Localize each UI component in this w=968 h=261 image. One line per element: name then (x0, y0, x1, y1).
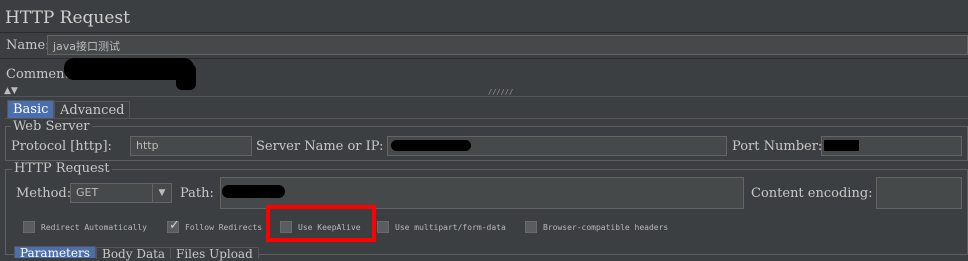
redaction-comments (64, 58, 194, 80)
checkmark-icon: ✓ (169, 218, 180, 233)
comments-field[interactable] (68, 60, 968, 86)
redaction-comments-tail (176, 64, 196, 90)
checkbox-box[interactable] (23, 221, 35, 233)
tab-parameters[interactable]: Parameters (14, 246, 96, 259)
tab-advanced[interactable]: Advanced (54, 101, 131, 119)
browser-compatible-checkbox[interactable]: Browser-compatible headers (525, 221, 668, 233)
name-label: Name: (6, 38, 50, 53)
http-request-title: HTTP Request (12, 161, 112, 176)
panel-title: HTTP Request (5, 8, 130, 28)
encoding-field[interactable] (876, 177, 962, 209)
encoding-label: Content encoding: (751, 186, 873, 201)
tab-body-data[interactable]: Body Data (96, 247, 172, 260)
protocol-label: Protocol [http]: (11, 139, 112, 154)
name-field[interactable]: java接口测试 (47, 35, 968, 55)
multipart-checkbox[interactable]: Use multipart/form-data (377, 221, 506, 233)
highlight-annotation (266, 205, 376, 242)
checkbox-box[interactable] (377, 221, 389, 233)
method-value: GET (76, 186, 99, 199)
method-label: Method: (16, 186, 72, 201)
chevron-down-icon[interactable]: ▼ (152, 184, 171, 202)
tab-files-upload[interactable]: Files Upload (170, 247, 259, 260)
follow-redirects-label: Follow Redirects (185, 222, 263, 232)
collapse-arrows-icon[interactable]: ▲▼ (4, 86, 18, 96)
name-value: java接口测试 (53, 40, 121, 53)
tab-basic[interactable]: Basic (7, 100, 55, 118)
browser-compatible-label: Browser-compatible headers (543, 222, 669, 232)
server-label: Server Name or IP: (256, 139, 384, 154)
follow-redirects-checkbox[interactable]: ✓ Follow Redirects (167, 218, 263, 233)
protocol-value: http (136, 139, 159, 152)
splitter-grip-icon[interactable]: ////// (488, 88, 513, 96)
multipart-label: Use multipart/form-data (395, 222, 506, 232)
web-server-title: Web Server (11, 119, 92, 134)
redaction-port (824, 140, 859, 151)
checkbox-box[interactable]: ✓ (167, 218, 180, 233)
redirect-automatically-label: Redirect Automatically (41, 222, 147, 232)
redaction-server (391, 140, 471, 151)
protocol-field[interactable]: http (130, 136, 252, 156)
checkbox-box[interactable] (525, 221, 537, 233)
path-label: Path: (180, 186, 214, 201)
redirect-automatically-checkbox[interactable]: Redirect Automatically (23, 221, 147, 233)
redaction-path (222, 185, 285, 198)
port-label: Port Number: (732, 139, 823, 154)
